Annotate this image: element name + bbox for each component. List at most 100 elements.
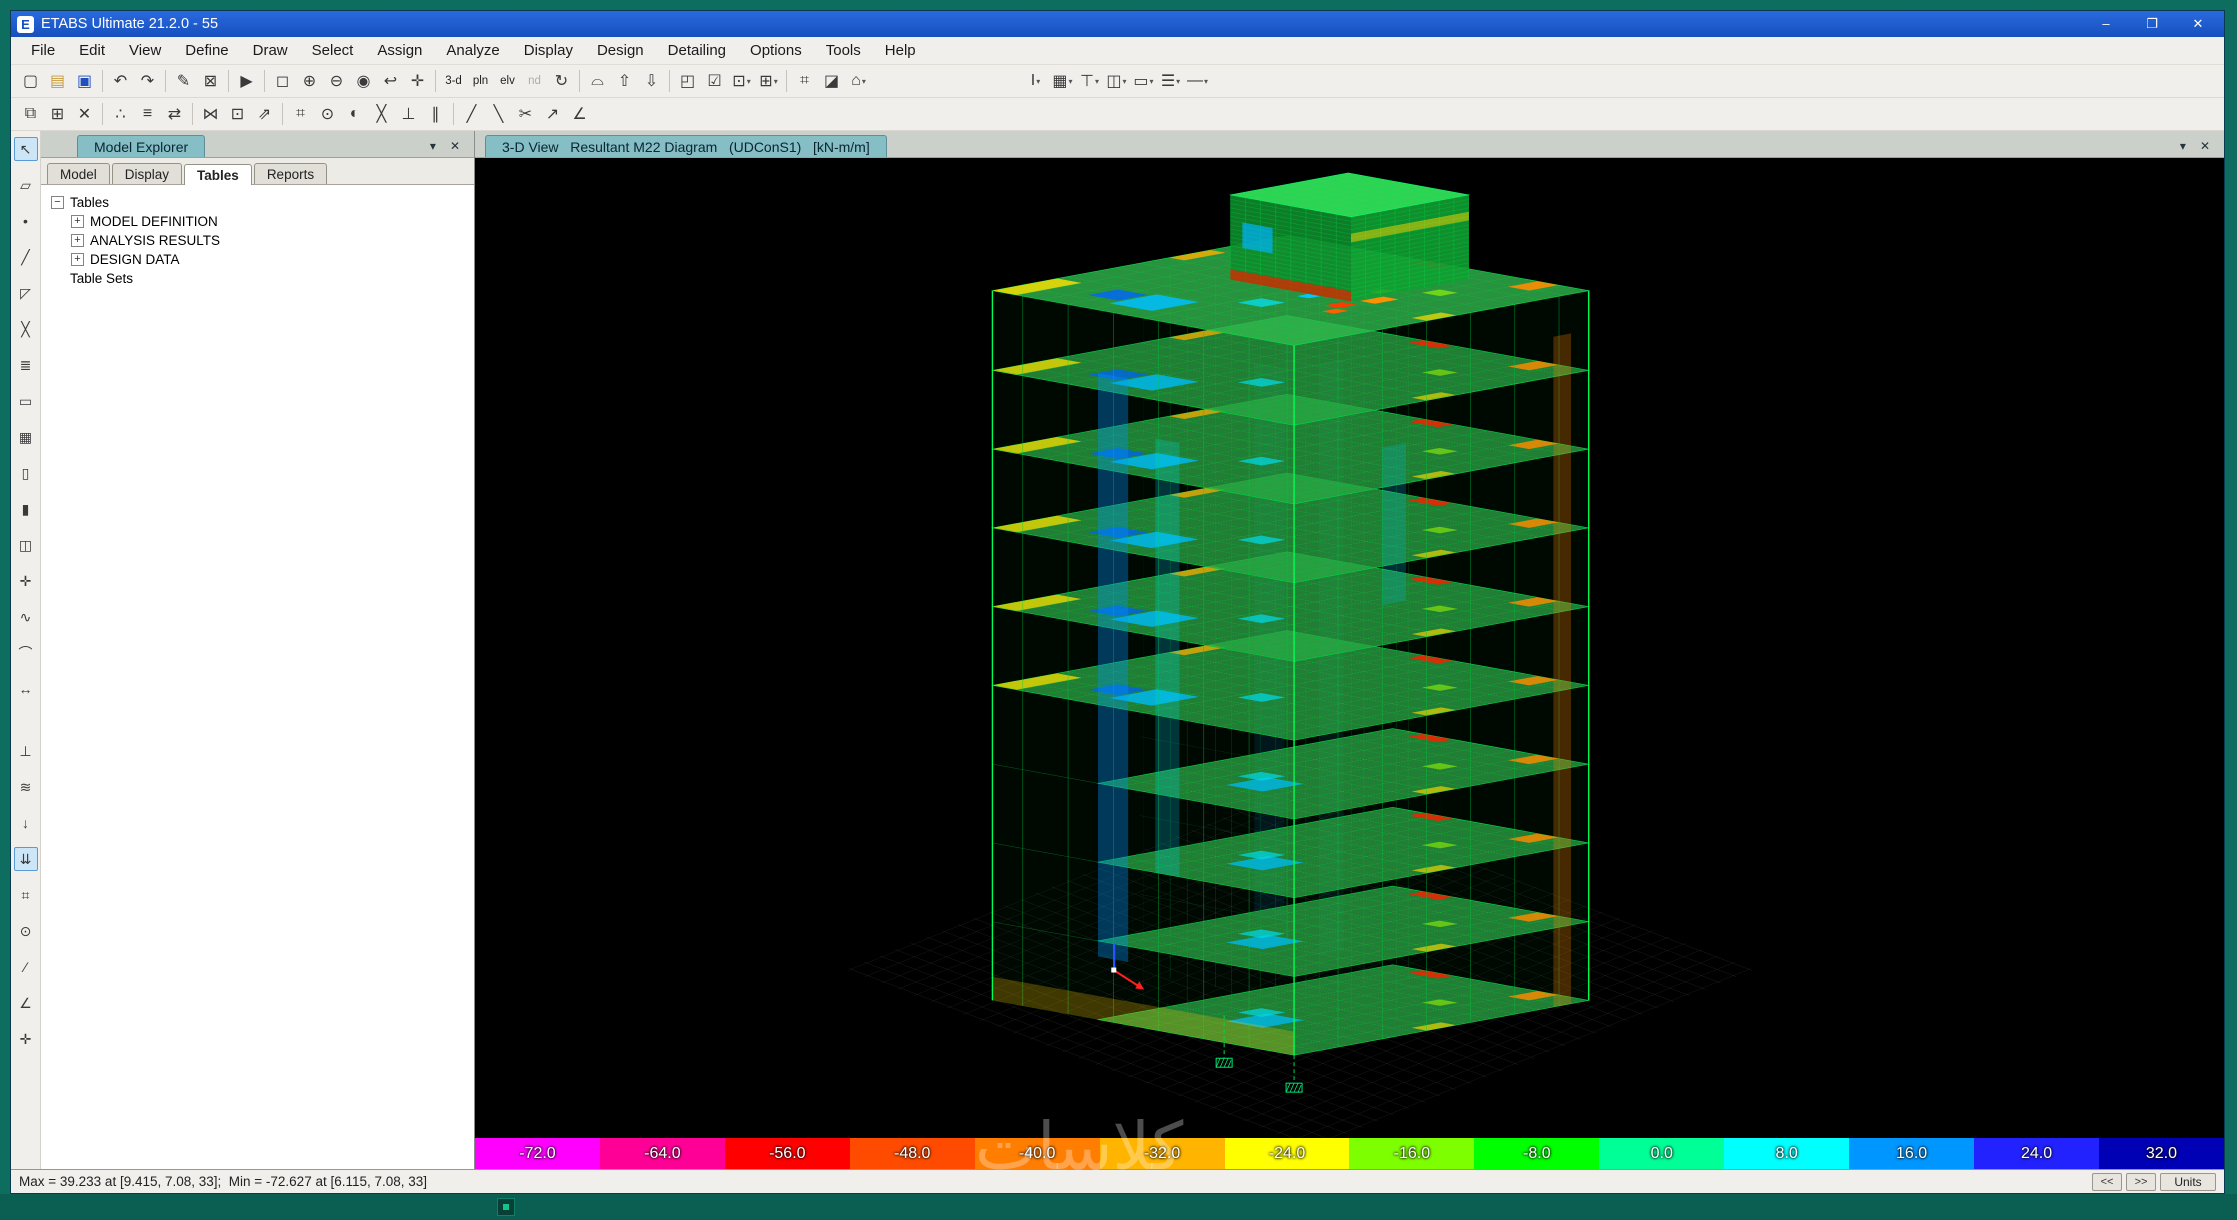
extrude-icon[interactable]: ⇗ (251, 101, 278, 128)
point-load-icon[interactable]: ↓ (14, 811, 38, 835)
snap-to-grid-icon[interactable]: ⌗ (14, 883, 38, 907)
previous-step-button[interactable]: << (2092, 1172, 2122, 1191)
view-collapse-icon[interactable]: ▾ (2180, 139, 2186, 153)
lock-model-icon[interactable]: ⊠ (197, 68, 224, 95)
tree-item[interactable]: − Tables (45, 193, 470, 212)
menu-analyze[interactable]: Analyze (434, 38, 511, 63)
draw-wall-icon[interactable]: ▯ (14, 461, 38, 485)
taskbar-icon[interactable] (497, 1198, 515, 1216)
menu-draw[interactable]: Draw (241, 38, 300, 63)
run-analysis-icon[interactable]: ▶ (233, 68, 260, 95)
new-model-icon[interactable]: ▢ (17, 68, 44, 95)
tree-item[interactable]: + MODEL DEFINITION (45, 212, 470, 231)
select-pointer-icon[interactable]: ↖ (13, 137, 38, 161)
snap-endpoint-icon[interactable]: ⊙ (314, 101, 341, 128)
assign-support-icon[interactable]: ⊥ (14, 739, 38, 763)
concrete-slab-design-icon[interactable]: ☰ (1157, 68, 1184, 95)
draw-tendon-icon[interactable]: ⌒ (14, 641, 38, 665)
zoom-out-icon[interactable]: ⊖ (323, 68, 350, 95)
mirror-icon[interactable]: ⋈ (197, 101, 224, 128)
snap-intersection-icon[interactable]: ╳ (368, 101, 395, 128)
steel-joist-design-icon[interactable]: ◫ (1103, 68, 1130, 95)
menu-display[interactable]: Display (512, 38, 585, 63)
merge-points-icon[interactable]: ∴ (107, 101, 134, 128)
zoom-previous-icon[interactable]: ↩ (377, 68, 404, 95)
undo-icon[interactable]: ↶ (107, 68, 134, 95)
display-options-icon[interactable]: ☑ (701, 68, 728, 95)
menu-options[interactable]: Options (738, 38, 814, 63)
join-frame-icon[interactable]: ╲ (485, 101, 512, 128)
redo-icon[interactable]: ↷ (134, 68, 161, 95)
copy-icon[interactable]: ⧉ (17, 101, 44, 128)
tree-item[interactable]: Table Sets (45, 269, 470, 288)
menu-help[interactable]: Help (873, 38, 928, 63)
explorer-title-tab[interactable]: Model Explorer (77, 135, 206, 157)
object-shrink-icon[interactable]: ◰ (674, 68, 701, 95)
distributed-load-icon[interactable]: ⇊ (13, 847, 38, 871)
save-model-icon[interactable]: ▣ (71, 68, 98, 95)
close-button[interactable]: ✕ (2188, 16, 2208, 32)
edit-pencil-icon[interactable]: ✎ (170, 68, 197, 95)
measure-icon[interactable]: ∠ (566, 101, 593, 128)
menu-design[interactable]: Design (585, 38, 656, 63)
model-3d-viewport[interactable] (475, 158, 2224, 1138)
menu-select[interactable]: Select (300, 38, 366, 63)
view-3d-icon[interactable]: 3-d (440, 68, 467, 95)
edit-grid-icon[interactable]: ⌗ (287, 101, 314, 128)
quick-draw-secondary-beams-icon[interactable]: ≣ (14, 353, 38, 377)
quick-draw-floor-icon[interactable]: ▦ (14, 425, 38, 449)
snap-to-point-icon[interactable]: ⊙ (14, 919, 38, 943)
composite-beam-design-icon[interactable]: ⊤ (1076, 68, 1103, 95)
move-up-story-icon[interactable]: ⇧ (611, 68, 638, 95)
quick-draw-braces-icon[interactable]: ╳ (14, 317, 38, 341)
snap-perpendicular-icon[interactable]: ⊥ (395, 101, 422, 128)
reshape-icon[interactable]: ▱ (14, 173, 38, 197)
zoom-full-icon[interactable]: ◉ (350, 68, 377, 95)
menu-view[interactable]: View (117, 38, 173, 63)
tree-item[interactable]: + ANALYSIS RESULTS (45, 231, 470, 250)
menu-file[interactable]: File (19, 38, 67, 63)
menu-assign[interactable]: Assign (365, 38, 434, 63)
concrete-frame-design-icon[interactable]: ▦ (1049, 68, 1076, 95)
units-dropdown[interactable]: Units (2160, 1172, 2216, 1191)
draw-opening-icon[interactable]: ◫ (14, 533, 38, 557)
snap-parallel-icon[interactable]: ∥ (422, 101, 449, 128)
maximize-button[interactable]: ❐ (2142, 16, 2162, 32)
draw-link-icon[interactable]: ∿ (14, 605, 38, 629)
menu-define[interactable]: Define (173, 38, 240, 63)
replicate-icon[interactable]: ⊡ (224, 101, 251, 128)
pan-icon[interactable]: ✛ (404, 68, 431, 95)
zoom-in-icon[interactable]: ⊕ (296, 68, 323, 95)
perspective-toggle-icon[interactable]: ⌓ (584, 68, 611, 95)
assign-spring-icon[interactable]: ≋ (14, 775, 38, 799)
quick-draw-wall-icon[interactable]: ▮ (14, 497, 38, 521)
paste-icon[interactable]: ⊞ (44, 101, 71, 128)
snap-to-line-icon[interactable]: ∕ (14, 955, 38, 979)
model-3d-canvas[interactable] (475, 158, 2224, 1138)
origin-axes-icon[interactable]: ✛ (14, 1027, 38, 1051)
open-model-icon[interactable]: ▤ (44, 68, 71, 95)
section-cut-icon[interactable]: ◪ (818, 68, 845, 95)
explorer-close-icon[interactable]: ✕ (450, 139, 460, 153)
named-view-icon[interactable]: nd (521, 68, 548, 95)
align-points-icon[interactable]: ≡ (134, 101, 161, 128)
plan-view-icon[interactable]: pln (467, 68, 494, 95)
show-undeformed-icon[interactable]: ⊡ (728, 68, 755, 95)
quick-draw-frame-icon[interactable]: ◸ (14, 281, 38, 305)
explorer-collapse-icon[interactable]: ▾ (430, 139, 436, 153)
zoom-window-icon[interactable]: ◻ (269, 68, 296, 95)
draw-dimension-icon[interactable]: ↔ (14, 677, 38, 701)
menu-edit[interactable]: Edit (67, 38, 117, 63)
tab-tables[interactable]: Tables (184, 164, 252, 185)
shear-wall-design-icon[interactable]: ▭ (1130, 68, 1157, 95)
elevation-view-icon[interactable]: elv (494, 68, 521, 95)
show-load-assigns-icon[interactable]: ⊞ (755, 68, 782, 95)
view-title-tab[interactable]: 3-D View Resultant M22 Diagram (UDConS1)… (485, 135, 887, 157)
grid-visibility-icon[interactable]: ⌗ (791, 68, 818, 95)
divide-frame-icon[interactable]: ╱ (458, 101, 485, 128)
draw-frame-icon[interactable]: ╱ (14, 245, 38, 269)
draw-floor-icon[interactable]: ▭ (14, 389, 38, 413)
minimize-button[interactable]: – (2096, 16, 2116, 32)
extend-frame-icon[interactable]: ↗ (539, 101, 566, 128)
tab-display[interactable]: Display (111, 163, 183, 184)
